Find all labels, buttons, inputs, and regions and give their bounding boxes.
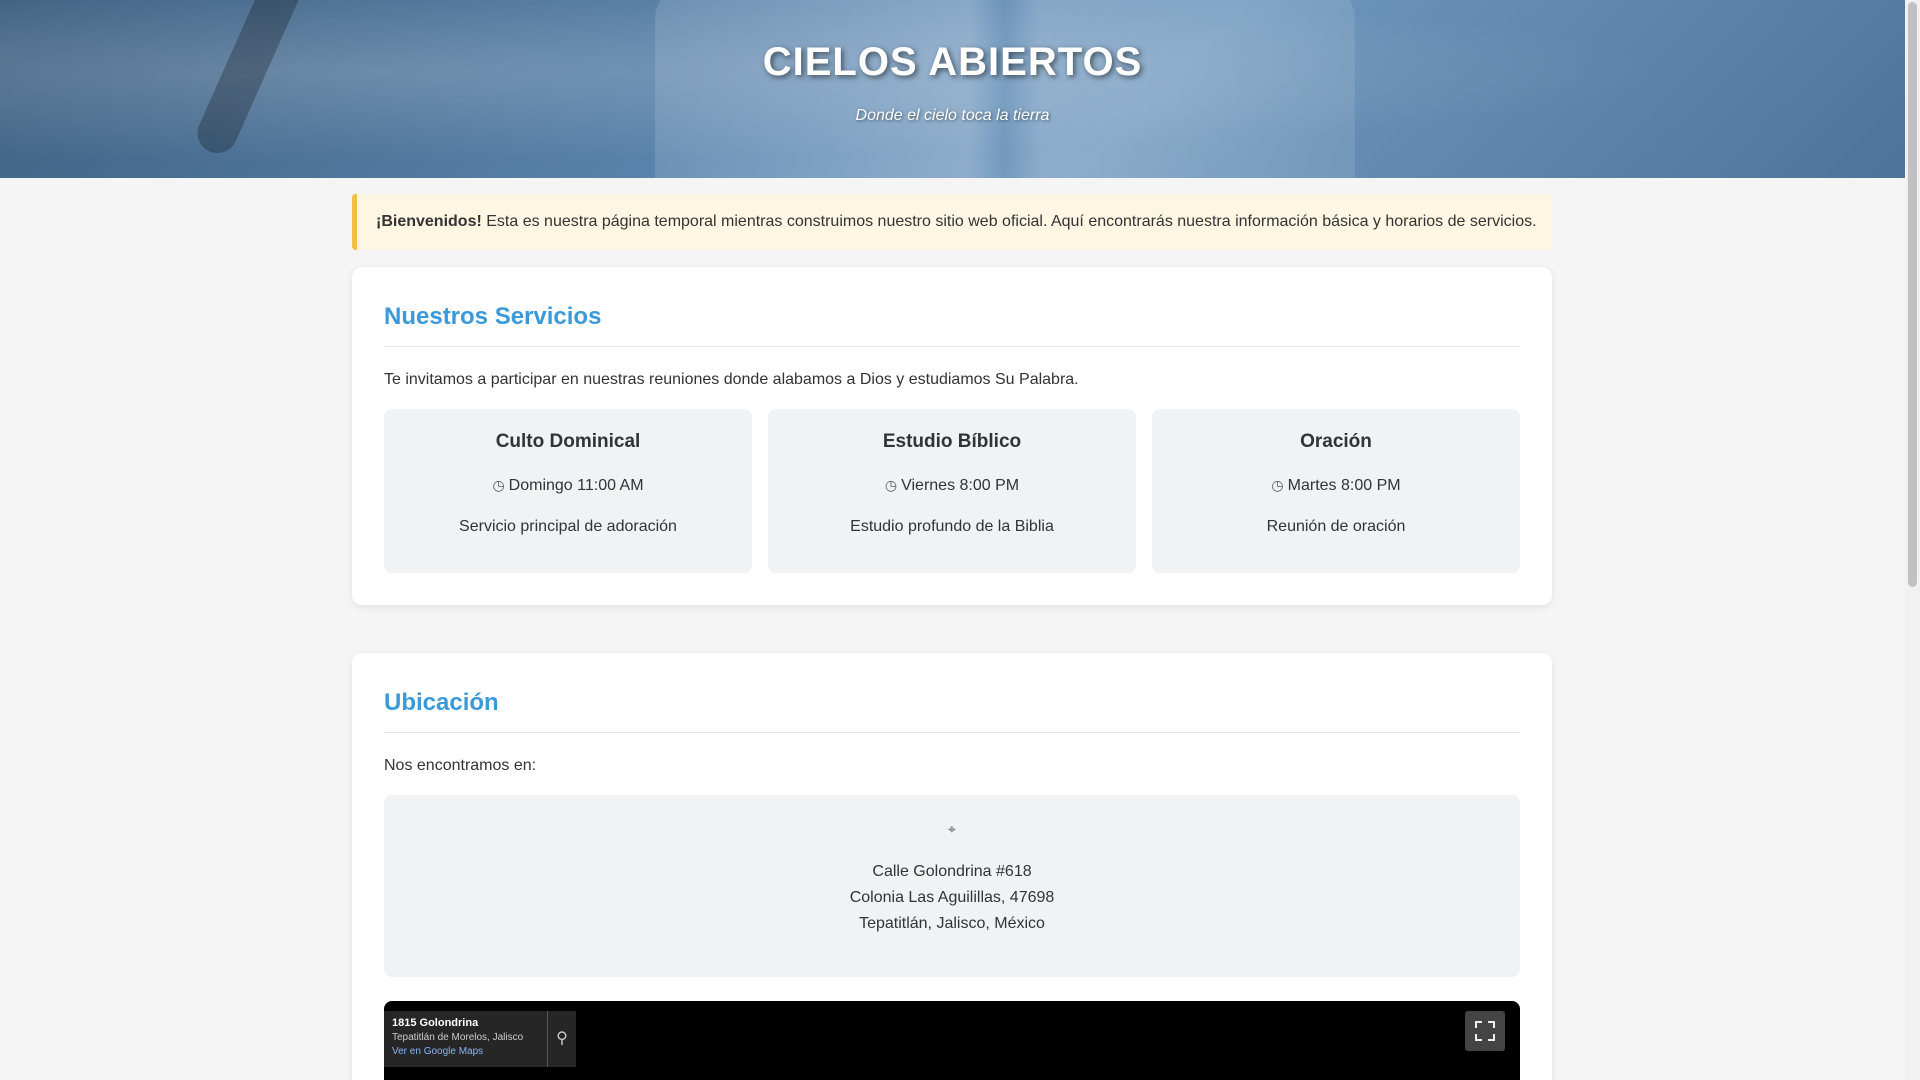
address-box: ⌖ Calle Golondrina #618 Colonia Las Agui… xyxy=(384,795,1520,977)
embedded-map[interactable]: 1815 Golondrina Tepatitlán de Morelos, J… xyxy=(384,1001,1520,1080)
services-divider xyxy=(384,346,1520,347)
service-card-oracion: Oración ◷ Martes 8:00 PM Reunión de oraci… xyxy=(1152,409,1520,573)
address-line-colony: Colonia Las Aguilillas, 47698 xyxy=(849,889,1055,906)
services-intro: Te invitamos a participar en nuestras re… xyxy=(384,371,1079,388)
service-time-text: Viernes 8:00 PM xyxy=(901,477,1020,494)
hero-banner: CIELOS ABIERTOS Donde el cielo toca la t… xyxy=(0,0,1905,178)
page-scrollbar[interactable] xyxy=(1905,0,1920,1080)
fullscreen-icon xyxy=(1475,1021,1495,1041)
service-description: Reunión de oración xyxy=(1266,518,1406,535)
service-title: Culto Dominical xyxy=(495,431,641,452)
location-divider xyxy=(384,732,1520,733)
services-section: Nuestros Servicios Te invitamos a partic… xyxy=(352,267,1552,605)
address-line-street: Calle Golondrina #618 xyxy=(872,863,1032,880)
service-description: Estudio profundo de la Biblia xyxy=(850,518,1054,535)
hero-background-book xyxy=(655,0,1355,178)
address-line-city: Tepatitlán, Jalisco, México xyxy=(859,915,1045,932)
service-title: Oración xyxy=(1300,431,1372,452)
welcome-notice: ¡Bienvenidos! Esta es nuestra página tem… xyxy=(352,194,1552,250)
location-intro: Nos encontramos en: xyxy=(384,757,537,774)
clock-icon: ◷ xyxy=(884,477,898,493)
welcome-notice-text: Esta es nuestra página temporal mientras… xyxy=(481,213,1537,230)
service-time-text: Domingo 11:00 AM xyxy=(508,477,644,494)
service-time: ◷ Domingo 11:00 AM xyxy=(384,477,752,495)
location-heading: Ubicación xyxy=(384,689,499,716)
service-card-culto-dominical: Culto Dominical ◷ Domingo 11:00 AM Servic… xyxy=(384,409,752,573)
welcome-notice-bold: ¡Bienvenidos! xyxy=(376,213,482,230)
view-in-google-maps-link[interactable]: Ver en Google Maps xyxy=(392,1046,539,1057)
service-description: Servicio principal de adoración xyxy=(459,518,677,535)
service-title: Estudio Bíblico xyxy=(882,431,1022,452)
site-title: CIELOS ABIERTOS xyxy=(762,40,1143,84)
location-section: Ubicación Nos encontramos en: ⌖ Calle Go… xyxy=(352,653,1552,1080)
site-tagline: Donde el cielo toca la tierra xyxy=(855,107,1050,124)
map-place-card: 1815 Golondrina Tepatitlán de Morelos, J… xyxy=(384,1011,547,1067)
services-heading: Nuestros Servicios xyxy=(384,303,602,330)
service-time: ◷ Martes 8:00 PM xyxy=(1152,477,1520,495)
map-place-city: Tepatitlán de Morelos, Jalisco xyxy=(392,1032,524,1043)
scrollbar-thumb[interactable] xyxy=(1908,2,1917,587)
fullscreen-button[interactable] xyxy=(1465,1011,1505,1051)
directions-pin-icon[interactable]: ⚲ xyxy=(547,1011,576,1067)
service-time: ◷ Viernes 8:00 PM xyxy=(768,477,1136,495)
map-pin-icon: ⌖ xyxy=(948,821,956,837)
map-place-name: 1815 Golondrina xyxy=(392,1017,479,1029)
clock-icon: ◷ xyxy=(492,477,505,493)
service-time-text: Martes 8:00 PM xyxy=(1287,477,1401,494)
clock-icon: ◷ xyxy=(1271,477,1284,493)
service-card-estudio-biblico: Estudio Bíblico ◷ Viernes 8:00 PM Estudio… xyxy=(768,409,1136,573)
